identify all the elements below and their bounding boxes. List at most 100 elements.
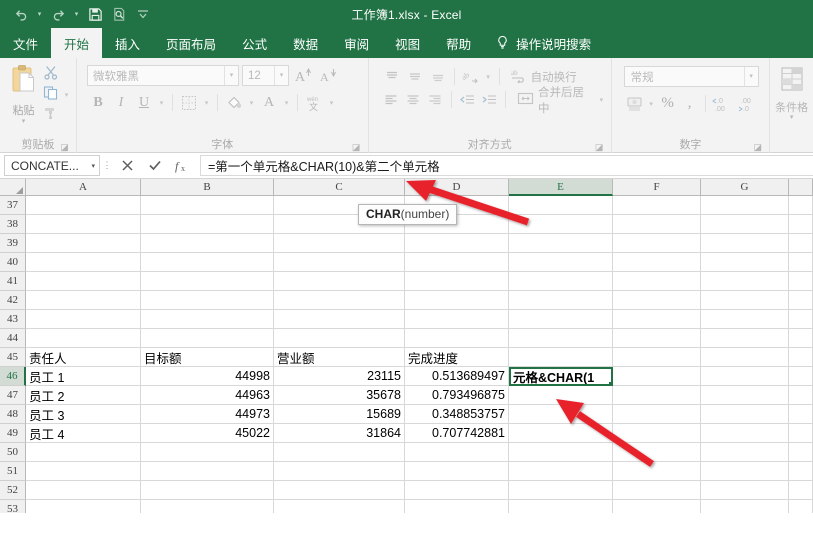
- cell-B46[interactable]: 44998: [141, 367, 274, 386]
- tab-insert[interactable]: 插入: [102, 28, 153, 58]
- percent-style-button[interactable]: %: [657, 93, 679, 114]
- row-header-42[interactable]: 42: [0, 291, 26, 310]
- tab-review[interactable]: 审阅: [331, 28, 382, 58]
- fill-color-dropdown-icon[interactable]: ▾: [246, 92, 257, 113]
- cell-B47[interactable]: 44963: [141, 386, 274, 405]
- cell-H40[interactable]: [789, 253, 813, 272]
- cell-D41[interactable]: [405, 272, 509, 291]
- cell-G53[interactable]: [701, 500, 789, 513]
- cell-B38[interactable]: [141, 215, 274, 234]
- cell-F51[interactable]: [613, 462, 701, 481]
- cell-D50[interactable]: [405, 443, 509, 462]
- row-header-45[interactable]: 45: [0, 348, 26, 367]
- save-icon[interactable]: [84, 3, 106, 25]
- cell-B37[interactable]: [141, 196, 274, 215]
- align-top-icon[interactable]: [381, 66, 403, 87]
- cell-D53[interactable]: [405, 500, 509, 513]
- row-header-40[interactable]: 40: [0, 253, 26, 272]
- cell-A51[interactable]: [26, 462, 141, 481]
- cell-G49[interactable]: [701, 424, 789, 443]
- cell-A37[interactable]: [26, 196, 141, 215]
- cell-C45[interactable]: 营业额: [274, 348, 405, 367]
- row-header-51[interactable]: 51: [0, 462, 26, 481]
- cell-G42[interactable]: [701, 291, 789, 310]
- cell-F44[interactable]: [613, 329, 701, 348]
- cell-B45[interactable]: 目标额: [141, 348, 274, 367]
- select-all-button[interactable]: [0, 179, 26, 195]
- cell-H50[interactable]: [789, 443, 813, 462]
- cell-C44[interactable]: [274, 329, 405, 348]
- cell-D43[interactable]: [405, 310, 509, 329]
- cell-H39[interactable]: [789, 234, 813, 253]
- cell-G40[interactable]: [701, 253, 789, 272]
- cell-A53[interactable]: [26, 500, 141, 513]
- cell-E41[interactable]: [509, 272, 613, 291]
- cell-B41[interactable]: [141, 272, 274, 291]
- cell-F41[interactable]: [613, 272, 701, 291]
- row-header-41[interactable]: 41: [0, 272, 26, 291]
- cell-A40[interactable]: [26, 253, 141, 272]
- tab-file[interactable]: 文件: [0, 28, 51, 58]
- cell-F42[interactable]: [613, 291, 701, 310]
- cell-D46[interactable]: 0.513689497: [405, 367, 509, 386]
- cell-B48[interactable]: 44973: [141, 405, 274, 424]
- phonetic-dropdown-icon[interactable]: ▾: [326, 92, 337, 113]
- cell-F40[interactable]: [613, 253, 701, 272]
- cell-E44[interactable]: [509, 329, 613, 348]
- cell-C40[interactable]: [274, 253, 405, 272]
- increase-indent-icon[interactable]: [479, 89, 500, 110]
- decrease-decimal-icon[interactable]: .00.0: [736, 93, 762, 114]
- cell-G38[interactable]: [701, 215, 789, 234]
- cell-E42[interactable]: [509, 291, 613, 310]
- italic-button[interactable]: I: [110, 92, 132, 113]
- increase-font-size-button[interactable]: A: [292, 65, 314, 86]
- cell-F39[interactable]: [613, 234, 701, 253]
- orientation-icon[interactable]: ab: [460, 66, 482, 87]
- row-header-50[interactable]: 50: [0, 443, 26, 462]
- row-header-52[interactable]: 52: [0, 481, 26, 500]
- cancel-formula-button[interactable]: [114, 155, 141, 176]
- cell-A41[interactable]: [26, 272, 141, 291]
- cell-B52[interactable]: [141, 481, 274, 500]
- cell-B49[interactable]: 45022: [141, 424, 274, 443]
- column-header-A[interactable]: A: [26, 179, 141, 195]
- cell-G46[interactable]: [701, 367, 789, 386]
- cell-A46[interactable]: 员工 1: [26, 367, 141, 386]
- row-header-53[interactable]: 53: [0, 500, 26, 513]
- cell-E52[interactable]: [509, 481, 613, 500]
- cell-C50[interactable]: [274, 443, 405, 462]
- cell-H42[interactable]: [789, 291, 813, 310]
- phonetic-guide-icon[interactable]: wén 文: [303, 92, 325, 113]
- column-header-F[interactable]: F: [613, 179, 701, 195]
- row-header-43[interactable]: 43: [0, 310, 26, 329]
- format-painter-button[interactable]: [43, 106, 72, 123]
- tab-formulas[interactable]: 公式: [229, 28, 280, 58]
- row-header-48[interactable]: 48: [0, 405, 26, 424]
- merge-center-button[interactable]: 合并后居中 ▾: [517, 84, 607, 116]
- cell-H41[interactable]: [789, 272, 813, 291]
- cell-E43[interactable]: [509, 310, 613, 329]
- cell-A42[interactable]: [26, 291, 141, 310]
- cell-D49[interactable]: 0.707742881: [405, 424, 509, 443]
- cell-E47[interactable]: [509, 386, 613, 405]
- cell-D51[interactable]: [405, 462, 509, 481]
- cell-F50[interactable]: [613, 443, 701, 462]
- tab-page-layout[interactable]: 页面布局: [153, 28, 229, 58]
- name-box[interactable]: CONCATE... ▾: [4, 155, 100, 176]
- align-middle-icon[interactable]: [404, 66, 426, 87]
- cell-A44[interactable]: [26, 329, 141, 348]
- cell-B40[interactable]: [141, 253, 274, 272]
- align-center-icon[interactable]: [403, 89, 424, 110]
- cell-B50[interactable]: [141, 443, 274, 462]
- cell-H53[interactable]: [789, 500, 813, 513]
- bold-button[interactable]: B: [87, 92, 109, 113]
- conditional-formatting-icon[interactable]: [777, 66, 807, 101]
- cell-A49[interactable]: 员工 4: [26, 424, 141, 443]
- enter-formula-button[interactable]: [141, 155, 168, 176]
- alignment-dialog-launcher[interactable]: ◪: [595, 143, 604, 152]
- font-color-dropdown-icon[interactable]: ▾: [281, 92, 292, 113]
- cell-G48[interactable]: [701, 405, 789, 424]
- cell-H44[interactable]: [789, 329, 813, 348]
- font-size-dropdown-icon[interactable]: ▾: [274, 66, 288, 85]
- cell-H51[interactable]: [789, 462, 813, 481]
